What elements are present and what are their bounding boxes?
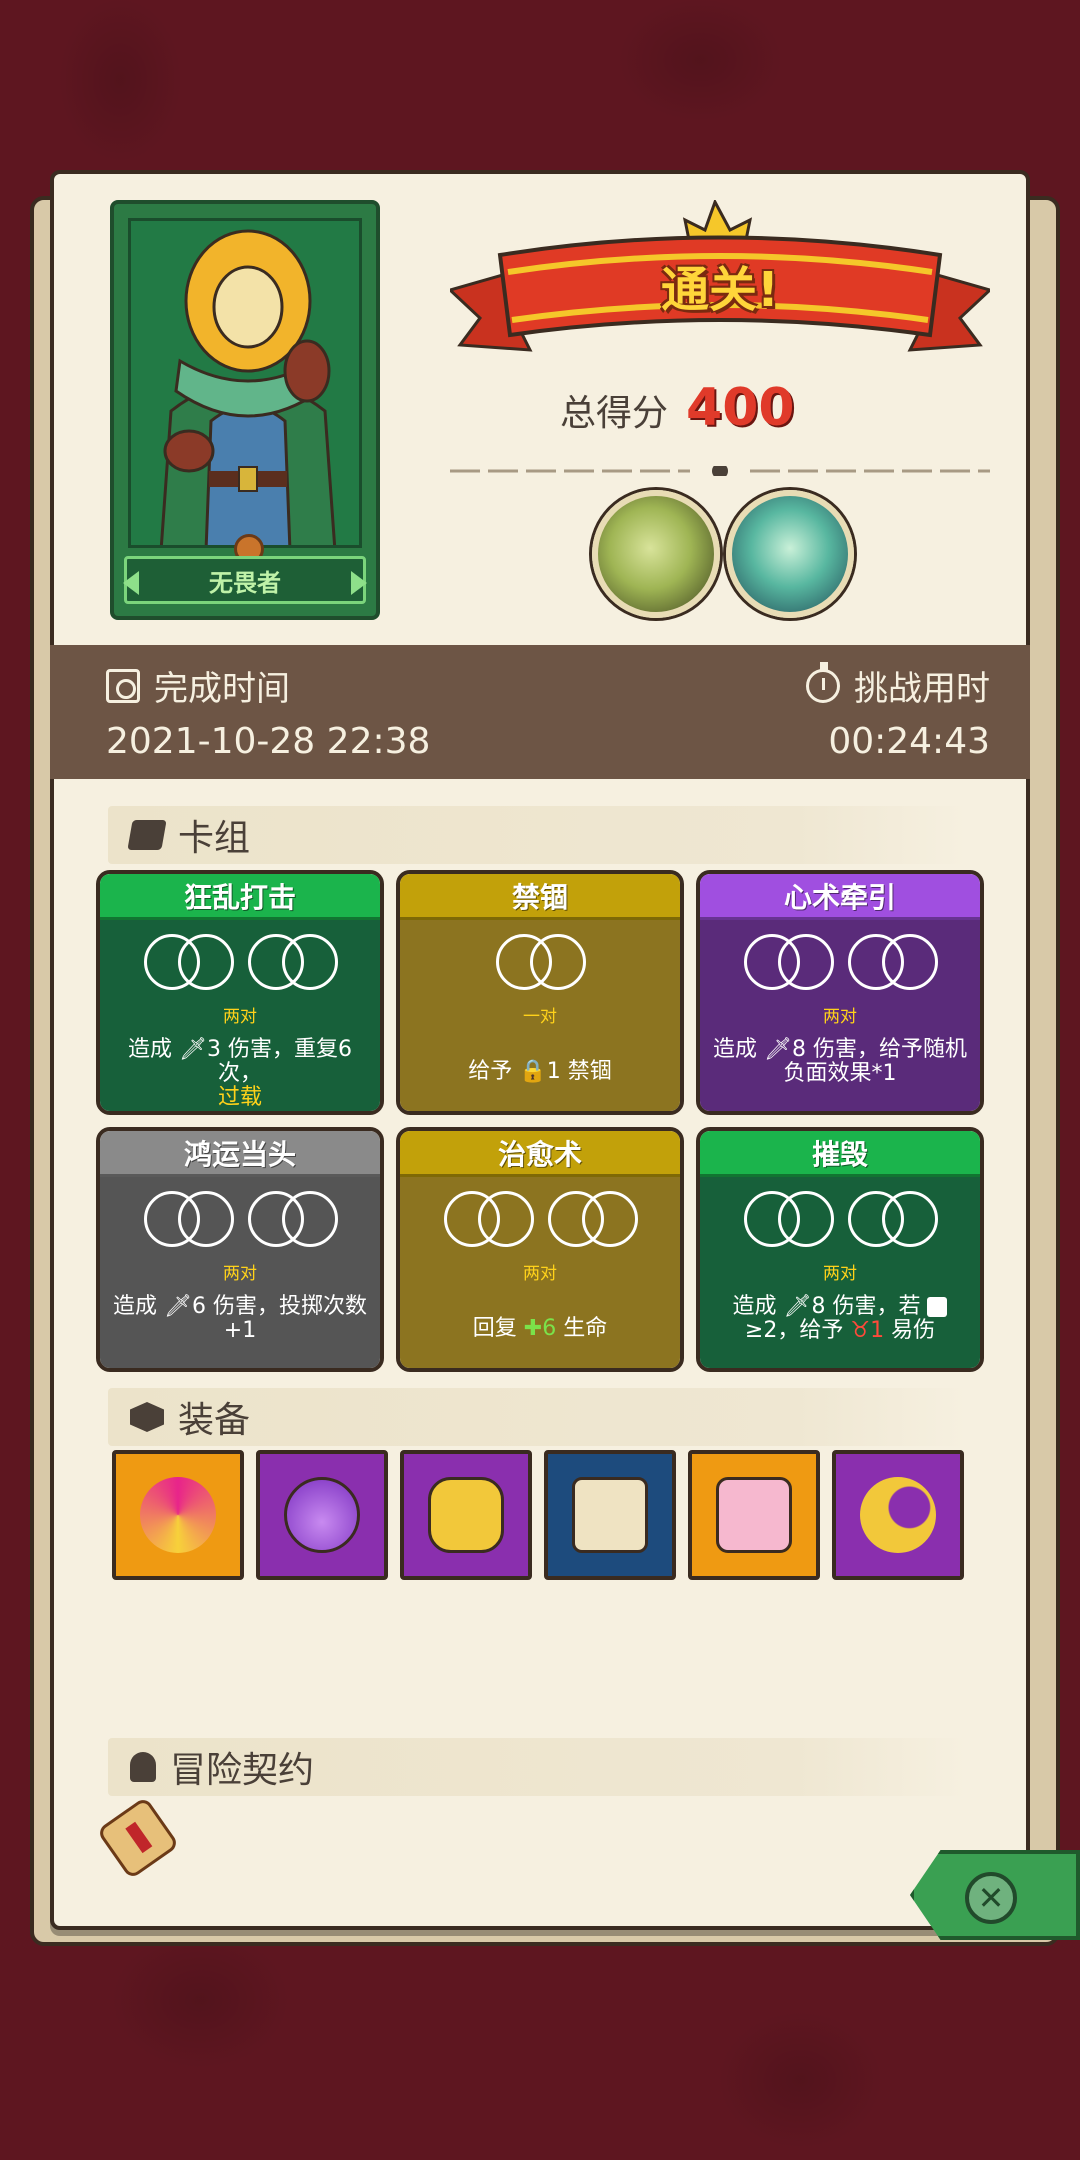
plus-icon: ✚ [523,1316,543,1341]
person-icon [130,1752,156,1782]
hero-name-bar: 无畏者 [123,556,367,604]
card-title: 治愈术 [400,1131,680,1177]
moon-star-wand-icon[interactable] [832,1450,964,1580]
finish-time-label: 完成时间 [106,661,290,710]
lock-icon: 🔒 [519,1059,547,1084]
card-imprison[interactable]: 禁锢 一对 给予 🔒1 禁锢 [396,870,684,1115]
card-effect: 造成 🗡6 伤害，投掷次数+1 [113,1294,367,1343]
victory-text: 通关! [661,262,779,318]
victory-banner: 通关! [447,198,993,370]
card-good-luck[interactable]: 鸿运当头 两对 造成 🗡6 伤害，投掷次数+1 [96,1127,384,1372]
leaf-icon [927,1297,948,1317]
card-effect: 给予 🔒1 禁锢 [468,1059,612,1084]
score-row: 总得分 400 [560,378,795,438]
heart-charm-icon[interactable] [400,1450,532,1580]
stopwatch-icon [806,661,840,703]
cyan-beast-icon[interactable] [726,490,854,618]
combo-label: 一对 [523,1007,557,1027]
ornament-divider [450,466,990,476]
sword-icon: 🗡 [764,1037,792,1062]
card-mind-pull[interactable]: 心术牵引 两对 造成 🗡8 伤害，给予随机负面效果*1 [696,870,984,1115]
combo-label: 两对 [823,1007,857,1027]
dice-slots [100,934,380,996]
equipment-header: 装备 [108,1388,968,1446]
score-label: 总得分 [560,393,669,434]
combo-label: 两对 [823,1264,857,1284]
combo-label: 两对 [223,1007,257,1027]
chevron-left-icon[interactable] [123,571,139,595]
dice-slots [700,1191,980,1253]
potion-flask-icon[interactable] [256,1450,388,1580]
card-heal[interactable]: 治愈术 两对 回复 ✚6 生命 [396,1127,684,1372]
dice-slots [400,1191,680,1253]
combo-label: 两对 [523,1264,557,1284]
hero-name: 无畏者 [209,568,281,597]
contract-header: 冒险契约 [108,1738,968,1796]
score-value: 400 [686,378,795,438]
card-effect: 造成 🗡8 伤害，给予随机负面效果*1 [713,1037,967,1086]
card-effect: 回复 ✚6 生命 [472,1316,608,1341]
card-title: 摧毁 [700,1131,980,1177]
dice-slots [700,934,980,996]
sword-icon: 🗡 [783,1294,812,1319]
dice-slots [400,934,680,996]
finish-time-value: 2021-10-28 22:38 [106,721,431,762]
duration-value: 00:24:43 [828,721,990,762]
card-title: 禁锢 [400,874,680,920]
card-title: 狂乱打击 [100,874,380,920]
card-destroy[interactable]: 摧毁 两对 造成 🗡8 伤害，若 ≥2，给予 ♉1 易伤 [696,1127,984,1372]
hero-card[interactable]: 无畏者 [110,200,380,620]
card-title: 心术牵引 [700,874,980,920]
calendar-icon [106,668,140,703]
duration-label: 挑战用时 [806,661,990,710]
card-effect: 造成 🗡8 伤害，若 ≥2，给予 ♉1 易伤 [708,1295,972,1343]
cards-icon [127,820,167,850]
sword-icon: 🗡 [179,1037,207,1062]
combo-label: 两对 [223,1264,257,1284]
info-bar: 完成时间 2021-10-28 22:38 挑战用时 00:24:43 [50,645,1030,779]
blond-hero-icon [128,218,362,548]
close-icon[interactable]: ✕ [965,1872,1017,1924]
box-icon [130,1402,164,1432]
swirl-orb-icon[interactable] [112,1450,244,1580]
demon-icon: ♉ [850,1318,871,1343]
sword-icon: 🗡 [164,1294,192,1319]
card-effect: 造成 🗡3 伤害，重复6次， 过载 [128,1037,352,1110]
chevron-right-icon[interactable] [351,571,367,595]
heart-box-icon[interactable] [688,1450,820,1580]
card-frenzy-strike[interactable]: 狂乱打击 两对 造成 🗡3 伤害，重复6次， 过载 [96,870,384,1115]
skeleton-dragon-icon[interactable] [592,490,720,618]
deck-header: 卡组 [108,806,968,864]
card-title: 鸿运当头 [100,1131,380,1177]
dice-slots [100,1191,380,1253]
snowflake-scroll-icon[interactable] [544,1450,676,1580]
